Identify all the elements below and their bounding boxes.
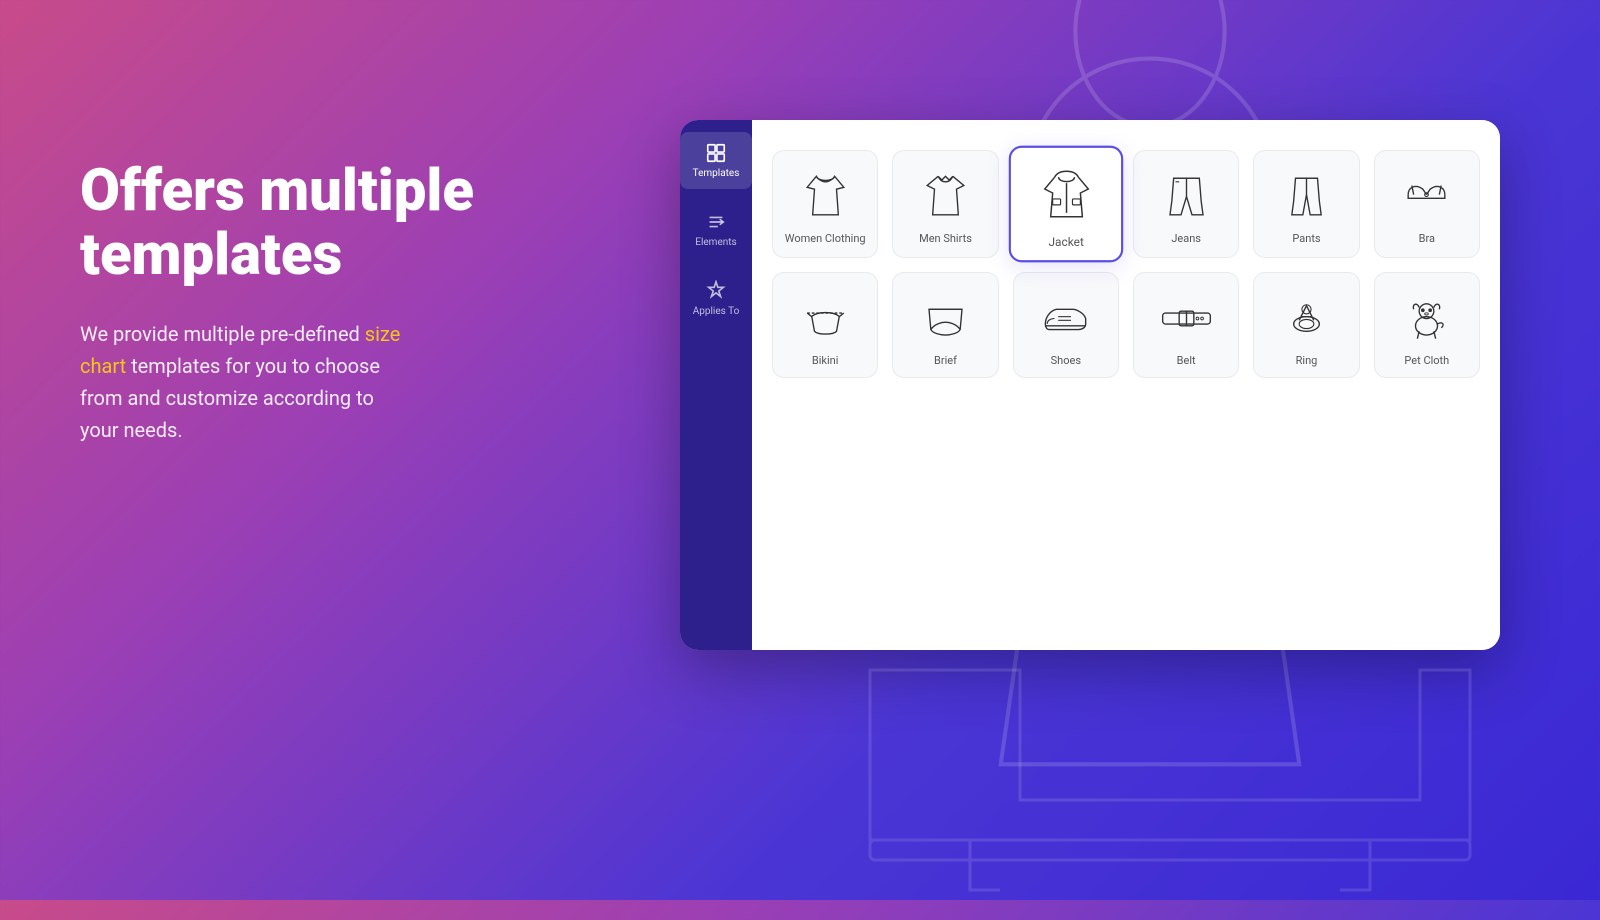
sidebar-templates-label: Templates [693,168,740,179]
jacket-icon [1036,167,1095,226]
template-pet-cloth[interactable]: Pet Cloth [1374,272,1480,378]
sidebar-item-applies-to[interactable]: Applies To [680,270,752,327]
jacket-label: Jacket [1048,235,1083,249]
template-brief[interactable]: Brief [892,272,998,378]
template-ring[interactable]: Ring [1253,272,1359,378]
belt-label: Belt [1177,354,1196,367]
sidebar-item-templates[interactable]: Templates [680,132,752,189]
brief-icon [918,291,973,346]
jeans-icon [1159,169,1214,224]
template-jeans[interactable]: Jeans [1133,150,1239,258]
pet-cloth-icon [1399,291,1454,346]
highlight-size: sizechart [80,322,400,378]
template-bra[interactable]: Bra [1374,150,1480,258]
belt-icon [1159,291,1214,346]
jeans-label: Jeans [1171,232,1201,245]
sidebar-applies-to-label: Applies To [693,306,740,317]
sidebar-item-elements[interactable]: Elements [680,201,752,258]
template-jacket[interactable]: Jacket [1008,146,1123,263]
bra-icon [1399,169,1454,224]
app-sidebar: Templates Elements Applies To [680,120,752,650]
shoes-icon [1038,291,1093,346]
sidebar-elements-label: Elements [695,237,736,248]
ring-label: Ring [1296,354,1318,367]
template-women-clothing[interactable]: Women Clothing [772,150,878,258]
bra-label: Bra [1419,232,1435,245]
template-pants[interactable]: Pants [1253,150,1359,258]
pet-cloth-label: Pet Cloth [1404,354,1449,367]
templates-grid: Women Clothing Men Shirts [772,140,1480,388]
templates-icon [705,142,727,164]
template-men-shirts[interactable]: Men Shirts [892,150,998,258]
men-shirts-label: Men Shirts [919,232,972,245]
shoes-label: Shoes [1051,354,1081,367]
hero-section: Offers multipletemplates We provide mult… [80,160,580,446]
men-shirts-icon [918,169,973,224]
women-clothing-icon [798,169,853,224]
bg-decoration-bottom [820,620,1520,920]
brief-label: Brief [934,354,957,367]
women-clothing-label: Women Clothing [785,232,866,245]
main-heading: Offers multipletemplates [80,160,580,288]
sub-description: We provide multiple pre-defined sizechar… [80,318,580,446]
bikini-icon [798,291,853,346]
bikini-label: Bikini [812,354,839,367]
template-bikini[interactable]: Bikini [772,272,878,378]
template-shoes[interactable]: Shoes [1013,272,1119,378]
pants-icon [1279,169,1334,224]
elements-icon [705,211,727,233]
ring-icon [1279,291,1334,346]
pants-label: Pants [1292,232,1320,245]
app-window: Templates Elements Applies To [680,120,1500,650]
applies-to-icon [705,280,727,302]
template-belt[interactable]: Belt [1133,272,1239,378]
main-content-area: Women Clothing Men Shirts [752,120,1500,650]
